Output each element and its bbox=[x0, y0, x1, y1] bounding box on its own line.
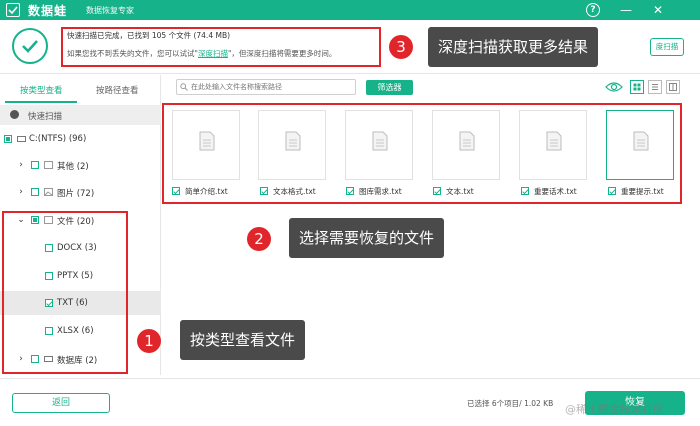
eye-icon[interactable] bbox=[605, 80, 623, 94]
detail-view-icon[interactable] bbox=[666, 80, 680, 94]
callout-number: 2 bbox=[247, 227, 271, 251]
tree-label: C:(NTFS) (96) bbox=[29, 134, 87, 144]
minimize-icon[interactable]: — bbox=[618, 2, 634, 18]
quick-scan-header[interactable]: 快速扫描 bbox=[0, 105, 161, 125]
annotation-box-scan-status bbox=[61, 27, 381, 67]
annotation-box-type-tree bbox=[2, 211, 128, 374]
view-tabs: 按类型查看 按路径查看 bbox=[0, 75, 161, 103]
chevron-right-icon[interactable]: › bbox=[16, 187, 26, 197]
callout-number: 3 bbox=[389, 35, 413, 59]
callout-deep-scan: 深度扫描获取更多结果 bbox=[428, 27, 599, 67]
callout-number: 1 bbox=[137, 329, 161, 353]
scan-complete-icon bbox=[12, 28, 48, 64]
app-subtitle: 数据恢复专家 bbox=[86, 6, 134, 15]
check-circle-icon bbox=[10, 110, 19, 119]
help-icon[interactable]: ? bbox=[586, 3, 600, 17]
tree-node-images[interactable]: › 图片 (72) bbox=[0, 180, 161, 204]
tab-by-type[interactable]: 按类型查看 bbox=[20, 84, 63, 96]
drive-icon bbox=[17, 136, 26, 142]
data-frog-window: 数据蛙 数据恢复专家 ? — ✕ 快速扫描已完成，已找到 105 个文件 (74… bbox=[0, 0, 700, 426]
back-button[interactable]: 返回 bbox=[12, 393, 110, 413]
image-icon bbox=[44, 188, 53, 196]
deep-scan-button[interactable]: 度扫描 bbox=[650, 38, 684, 56]
tree-checkbox[interactable] bbox=[31, 161, 39, 169]
watermark: @稀土掘金技术社区 bbox=[565, 403, 664, 416]
list-view-icon[interactable] bbox=[648, 80, 662, 94]
tree-label: 图片 (72) bbox=[57, 189, 95, 199]
filter-button[interactable]: 筛选器 bbox=[366, 80, 413, 95]
title-bar: 数据蛙 数据恢复专家 ? — ✕ bbox=[0, 0, 700, 20]
search-box[interactable] bbox=[176, 79, 356, 95]
grid-view-icon[interactable] bbox=[630, 80, 644, 94]
tree-label: 其他 (2) bbox=[57, 162, 89, 172]
callout-view-by-type: 按类型查看文件 bbox=[180, 320, 306, 360]
annotation-box-file-grid bbox=[162, 103, 682, 204]
tab-by-path[interactable]: 按路径查看 bbox=[96, 84, 139, 96]
tree-checkbox[interactable] bbox=[31, 188, 39, 196]
chevron-right-icon[interactable]: › bbox=[16, 160, 26, 170]
search-input[interactable] bbox=[191, 81, 353, 93]
callout-select-files: 选择需要恢复的文件 bbox=[289, 218, 445, 258]
active-tab-indicator bbox=[5, 101, 77, 103]
app-logo-icon bbox=[6, 3, 20, 17]
file-type-icon bbox=[44, 161, 53, 169]
selection-summary: 已选择 6个项目/ 1.02 KB bbox=[467, 399, 554, 408]
tree-node-drive-c[interactable]: C:(NTFS) (96) bbox=[0, 127, 161, 151]
footer-bar: 返回 已选择 6个项目/ 1.02 KB 恢复 @稀土掘金技术社区 bbox=[0, 378, 700, 426]
tree-node-other[interactable]: › 其他 (2) bbox=[0, 153, 161, 177]
quick-scan-label: 快速扫描 bbox=[28, 112, 63, 122]
app-name: 数据蛙 bbox=[28, 4, 68, 18]
tree-checkbox[interactable] bbox=[4, 135, 12, 143]
search-icon bbox=[180, 83, 188, 91]
close-icon[interactable]: ✕ bbox=[650, 2, 666, 18]
